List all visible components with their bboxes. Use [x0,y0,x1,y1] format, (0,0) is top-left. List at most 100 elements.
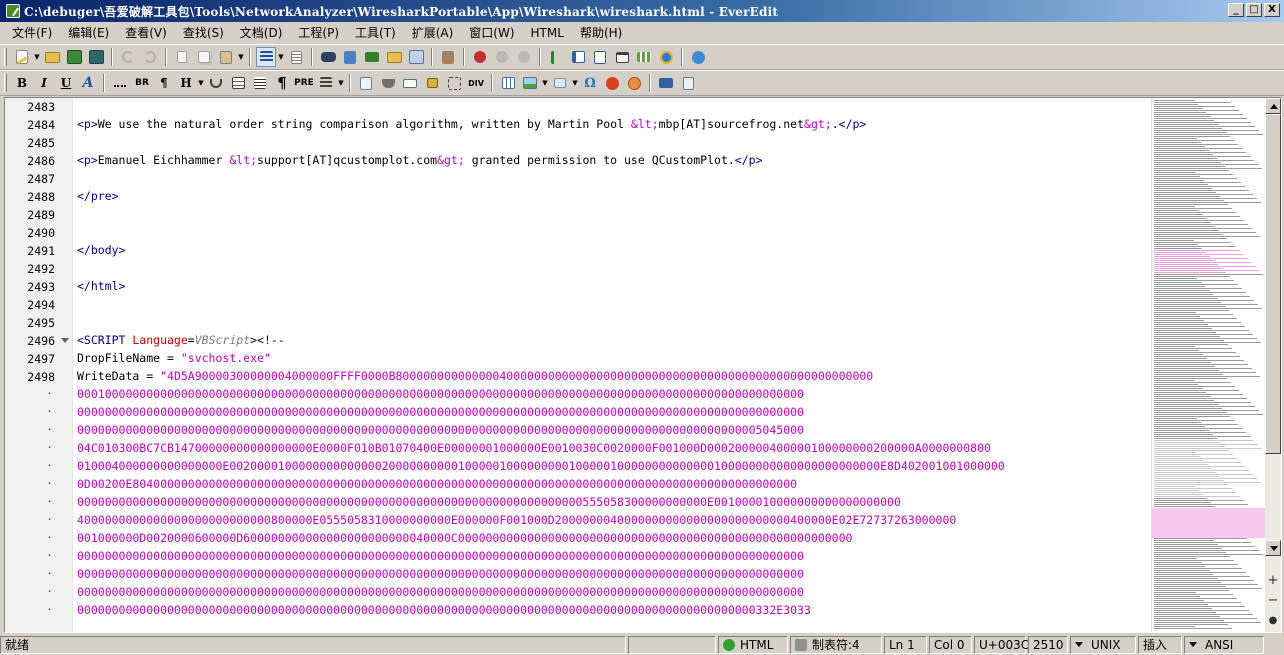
minimize-button[interactable]: _ [1228,3,1244,17]
zoom-reset-icon[interactable]: ● [1265,612,1281,630]
menu-html[interactable]: HTML [523,23,572,43]
minimap[interactable] [1151,98,1265,632]
help-button[interactable] [688,47,708,67]
goto-button[interactable] [406,47,426,67]
menu-project[interactable]: 工程(P) [290,23,347,43]
zoom-in-icon[interactable]: + [1265,572,1281,590]
find-in-files-button[interactable] [340,47,360,67]
menu-help[interactable]: 帮助(H) [572,23,630,43]
scroll-down-button[interactable] [1265,540,1281,556]
outline-button[interactable] [546,47,566,67]
html-validate-button[interactable] [656,73,676,93]
fold-collapse-icon[interactable] [61,338,69,343]
find-folder-button[interactable] [384,47,404,67]
tab-setting[interactable]: 制表符:4 [790,635,882,654]
list-button[interactable] [316,73,336,93]
list-dropdown[interactable]: ▼ [337,73,345,93]
new-file-dropdown[interactable]: ▼ [33,47,41,67]
nbsp-button[interactable] [110,73,130,93]
pilcrow-button[interactable]: ¶ [272,73,292,93]
toolbar-grip[interactable] [4,48,7,66]
paste-button[interactable] [216,47,236,67]
undo-button[interactable] [118,47,138,67]
menu-edit[interactable]: 编辑(E) [60,23,117,43]
paste-dropdown[interactable]: ▼ [237,47,245,67]
format-dropdown[interactable]: ▼ [277,47,285,67]
font-button[interactable]: A [78,73,98,93]
save-all-button[interactable] [86,47,106,67]
minimap-viewport[interactable] [1152,508,1265,538]
toolbar-grip[interactable] [4,74,7,92]
zoom-out-icon[interactable]: − [1265,592,1281,610]
menu-window[interactable]: 窗口(W) [461,23,522,43]
line-number-gutter[interactable]: 2483 2484 2485 2486 2487 2488 2489 2490 … [5,98,73,632]
script-button[interactable] [378,73,398,93]
format-button[interactable] [256,47,276,67]
input-button[interactable] [400,73,420,93]
heading-dropdown[interactable]: ▼ [197,73,205,93]
record-macro-button[interactable] [470,47,490,67]
menu-search[interactable]: 查找(S) [175,23,232,43]
vertical-scrollbar[interactable]: + − ● [1265,98,1281,632]
syntax-selector[interactable]: HTML [718,635,788,654]
copy-button[interactable] [194,47,214,67]
pre-button[interactable]: PRE [294,73,314,93]
word-wrap-button[interactable] [286,47,306,67]
hr-button[interactable] [250,73,270,93]
bold-button[interactable]: B [12,73,32,93]
cut-button[interactable] [172,47,192,67]
form-button[interactable] [356,73,376,93]
editor-pane[interactable]: 2483 2484 2485 2486 2487 2488 2489 2490 … [4,97,1282,633]
hex-data-line: 0000000000000000000000000000000000000000… [77,495,901,509]
bookmark-button[interactable] [438,47,458,67]
minimap-line [1154,224,1248,225]
color-picker-button[interactable] [602,73,622,93]
restore-button[interactable]: □ [1246,3,1262,17]
insert-table-button[interactable] [498,73,518,93]
replace-button[interactable] [362,47,382,67]
italic-button[interactable]: I [34,73,54,93]
line-ending-selector[interactable]: UNIX [1070,635,1136,654]
underline-button[interactable]: U [56,73,76,93]
menu-tools[interactable]: 工具(T) [347,23,404,43]
new-file-button[interactable] [12,47,32,67]
column-indicator[interactable]: Col 0 [929,635,972,654]
menu-view[interactable]: 查看(V) [117,23,175,43]
menu-file[interactable]: 文件(F) [4,23,60,43]
split-view-button[interactable] [590,47,610,67]
line-indicator[interactable]: Ln 1 [884,635,927,654]
sidebar-toggle-button[interactable] [568,47,588,67]
scroll-up-button[interactable] [1265,98,1281,114]
paragraph-button[interactable]: ¶ [154,73,174,93]
br-button[interactable]: BR [132,73,152,93]
output-window-button[interactable] [612,47,632,67]
menu-document[interactable]: 文档(D) [232,23,291,43]
redo-button[interactable] [140,47,160,67]
heading-button[interactable]: H [176,73,196,93]
insert-image-dropdown[interactable]: ▼ [541,73,549,93]
html-help-button[interactable] [678,73,698,93]
emoticon-button[interactable] [624,73,644,93]
encoding-selector[interactable]: ANSI [1184,635,1264,654]
lock-button[interactable] [422,73,442,93]
special-char-button[interactable]: Ω [580,73,600,93]
close-button[interactable]: X [1264,3,1280,17]
open-file-button[interactable] [42,47,62,67]
find-button[interactable] [318,47,338,67]
div-button[interactable]: DIV [466,73,486,93]
anchor-button[interactable] [206,73,226,93]
table-button[interactable] [228,73,248,93]
frame-button[interactable] [444,73,464,93]
insert-mode-indicator[interactable]: 插入 [1138,635,1182,654]
media-button[interactable] [550,73,570,93]
run-macro-button[interactable] [514,47,534,67]
scroll-thumb[interactable] [1265,114,1281,454]
menu-extensions[interactable]: 扩展(A) [404,23,462,43]
play-macro-button[interactable] [492,47,512,67]
insert-image-button[interactable] [520,73,540,93]
media-dropdown[interactable]: ▼ [571,73,579,93]
save-button[interactable] [64,47,84,67]
browser-preview-button[interactable] [656,47,676,67]
column-mode-button[interactable] [634,47,654,67]
code-area[interactable]: <p>We use the natural order string compa… [73,98,1151,632]
